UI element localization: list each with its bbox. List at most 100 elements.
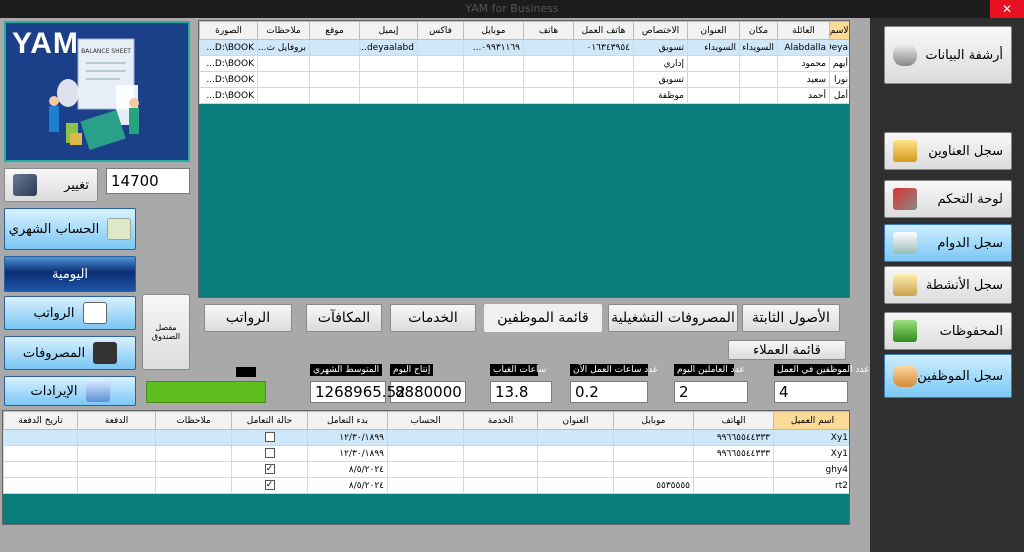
customer-col-header[interactable]: العنوان: [537, 411, 614, 430]
employee-col-header[interactable]: ملاحظات: [257, 21, 310, 40]
revenues-label: الإيرادات: [30, 383, 78, 399]
employee-cell: سعيد: [777, 71, 830, 88]
daily-journal-button[interactable]: اليومية: [4, 256, 136, 292]
customer-grid[interactable]: اسم العميل الهاتف موبايل العنوان الخدمة الحسا…: [2, 410, 850, 525]
address-book-button[interactable]: سجل العناوين: [884, 132, 1012, 170]
employee-col-header[interactable]: الاختصاص: [633, 21, 688, 40]
employees-log-button[interactable]: سجل الموظفين: [884, 354, 1012, 398]
employees-log-label: سجل الموظفين: [917, 368, 1003, 384]
customer-cell: Xy1: [773, 429, 849, 446]
customer-col-header[interactable]: موبايل: [613, 411, 694, 430]
tab-1[interactable]: المصروفات التشغيلية: [608, 304, 738, 332]
employee-cell: [463, 55, 524, 72]
book-icon: [893, 320, 917, 342]
ledger-icon: [107, 218, 132, 240]
employee-grid[interactable]: الاسم العائلة مكان العنوان الاختصاص هاتف العم…: [198, 20, 850, 298]
customer-cell: [77, 461, 156, 478]
monthly-account-label: الحساب الشهري: [8, 221, 100, 237]
customer-col-header[interactable]: الخدمة: [463, 411, 538, 430]
tab-4[interactable]: المكافآت: [306, 304, 382, 332]
customer-cell: ✓: [231, 461, 308, 478]
customer-cell: [231, 429, 308, 446]
employee-cell: [523, 39, 574, 56]
salaries-button[interactable]: الرواتب: [4, 296, 136, 330]
employee-row[interactable]: DeyaAlabdallaالسويداءالسويداءتسويق٠١٦٣٤٣…: [199, 39, 849, 56]
archive-data-button[interactable]: أرشفة البيانات: [884, 26, 1012, 84]
employee-col-header[interactable]: الاسم: [829, 21, 849, 40]
employee-col-header[interactable]: هاتف: [523, 21, 574, 40]
change-button[interactable]: تغيير: [4, 168, 98, 202]
control-panel-button[interactable]: لوحة التحكم: [884, 180, 1012, 218]
deal-status-checkbox[interactable]: ✓: [264, 464, 275, 475]
employee-col-header[interactable]: موبايل: [463, 21, 524, 40]
customer-cell: [155, 445, 232, 462]
archive-data-label: أرشفة البيانات: [925, 47, 1003, 63]
customer-col-header[interactable]: الحساب: [387, 411, 464, 430]
revenues-button[interactable]: الإيرادات: [4, 376, 136, 406]
deal-status-checkbox[interactable]: [264, 448, 275, 459]
customer-cell: [613, 445, 694, 462]
tab-3[interactable]: الخدمات: [390, 304, 476, 332]
tab-0[interactable]: الأصول الثابتة: [742, 304, 840, 332]
customer-row[interactable]: ghy4 ٨/٥/٢٠٢٤ ✓: [3, 461, 849, 478]
employee-col-header[interactable]: هاتف العمل: [573, 21, 634, 40]
attendance-log-button[interactable]: سجل الدوام: [884, 224, 1012, 262]
employee-cell: D:\BOOK...: [199, 55, 258, 72]
employee-col-header[interactable]: فاكس: [417, 21, 464, 40]
customer-cell: [387, 445, 464, 462]
customer-cell: [155, 429, 232, 446]
tab-5[interactable]: الرواتب: [204, 304, 292, 332]
activity-log-button[interactable]: سجل الأنشطة: [884, 266, 1012, 304]
employee-cell: [359, 55, 418, 72]
customers-list-button[interactable]: قائمة العملاء: [728, 340, 846, 360]
employee-col-header[interactable]: إيميل: [359, 21, 418, 40]
cash-register-icon: [93, 342, 118, 364]
stat-label: عدد العاملين اليوم: [674, 364, 745, 376]
employee-cell: محمود: [777, 55, 830, 72]
cash-box-detail-button[interactable]: مفصل الصندوق: [142, 294, 190, 370]
deal-status-checkbox[interactable]: [264, 432, 275, 443]
tab-2[interactable]: قائمة الموظفين: [484, 304, 602, 332]
employee-cell: [573, 87, 634, 104]
customer-row[interactable]: Xy1 ٩٩٦٦٥٥٤٤٣٣٣ ١٢/٣٠/١٨٩٩: [3, 445, 849, 462]
employee-row[interactable]: نورا سعيد تسويق D:\BOOK...: [199, 71, 849, 88]
customer-cell: ٨/٥/٢٠٢٤: [307, 477, 388, 494]
stat-value: 2: [674, 381, 748, 403]
customer-cell: [231, 445, 308, 462]
employee-col-header[interactable]: موقع: [309, 21, 360, 40]
customer-col-header[interactable]: ملاحظات: [155, 411, 232, 430]
expenses-button[interactable]: المصروفات: [4, 336, 136, 370]
employee-cell: [309, 71, 360, 88]
people-icon: [893, 365, 917, 387]
monthly-account-button[interactable]: الحساب الشهري: [4, 208, 136, 250]
customer-col-header[interactable]: الهاتف: [693, 411, 774, 430]
employee-cell: أحمد: [777, 87, 830, 104]
customer-col-header[interactable]: تاريخ الدفعة: [3, 411, 78, 430]
balance-value: 14700: [106, 168, 190, 194]
customer-row[interactable]: rt2 ٥٥٣٥٥٥٥ ٨/٥/٢٠٢٤ ✓: [3, 477, 849, 494]
customer-cell: [537, 461, 614, 478]
close-button[interactable]: ✕: [990, 0, 1024, 18]
employee-col-header[interactable]: الصورة: [199, 21, 258, 40]
customer-col-header[interactable]: بدء التعامل: [307, 411, 388, 430]
employee-cell: [739, 87, 778, 104]
employee-col-header[interactable]: العائلة: [777, 21, 830, 40]
employee-cell: نورا: [829, 71, 849, 88]
employee-cell: [573, 55, 634, 72]
employee-cell: D:\BOOK...: [199, 87, 258, 104]
employee-cell: ٠١٦٣٤٣٩٥٤: [573, 39, 634, 56]
customer-row[interactable]: Xy1 ٩٩٦٦٥٥٤٤٣٣٣ ١٢/٣٠/١٨٩٩: [3, 429, 849, 446]
deal-status-checkbox[interactable]: ✓: [264, 480, 275, 491]
customer-col-header[interactable]: الدفعة: [77, 411, 156, 430]
employee-row[interactable]: أيهم محمود إداري D:\BOOK...: [199, 55, 849, 72]
employee-col-header[interactable]: مكان: [739, 21, 778, 40]
employee-col-header[interactable]: العنوان: [687, 21, 740, 40]
customer-col-header[interactable]: حالة التعامل: [231, 411, 308, 430]
employee-cell: [463, 87, 524, 104]
stat-label: عدد الموظفين في العمل: [774, 364, 869, 376]
employee-row[interactable]: أمل أحمد موظفة D:\BOOK...: [199, 87, 849, 104]
customer-col-header[interactable]: اسم العميل: [773, 411, 849, 430]
employee-cell: [523, 71, 574, 88]
saved-items-button[interactable]: المحفوظات: [884, 312, 1012, 350]
customer-cell: ٩٩٦٦٥٥٤٤٣٣٣: [693, 445, 774, 462]
